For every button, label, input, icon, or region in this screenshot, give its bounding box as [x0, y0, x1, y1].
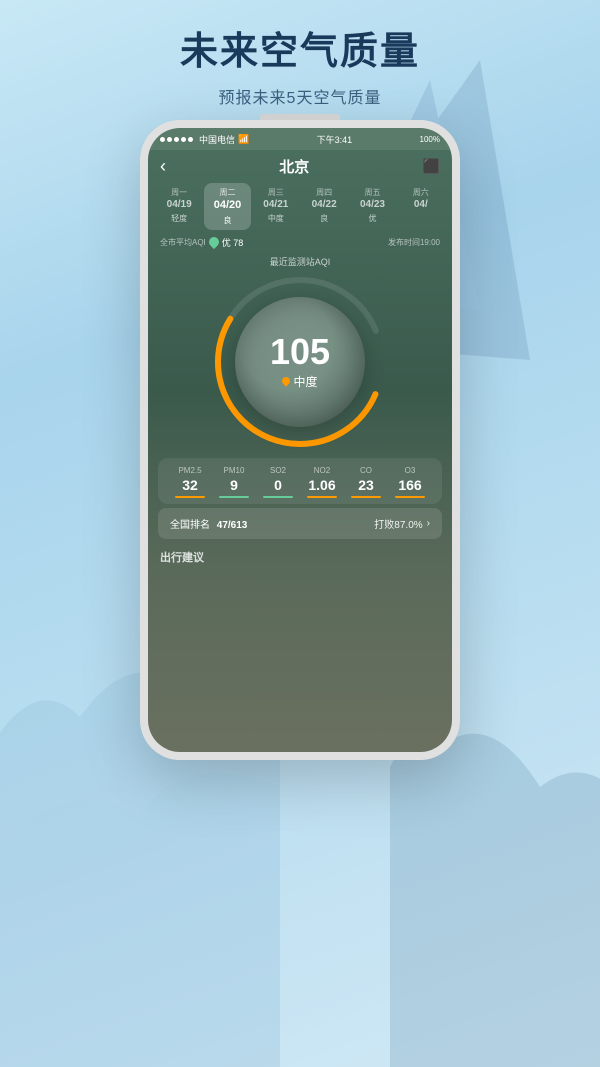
app-content: ‹ 北京 ⬛ 周一 04/19 轻度 周二 04/20 良 周三 04/2	[148, 150, 452, 752]
pollutant-o3: O3 166	[388, 466, 432, 498]
rank-value: 47/613	[217, 520, 248, 531]
day-tab-friday[interactable]: 周五 04/23 优	[349, 183, 395, 230]
city-aqi-section: 全市平均AQI 优 78	[160, 236, 243, 249]
day-tabs-container: 周一 04/19 轻度 周二 04/20 良 周三 04/21 中度 周四 04…	[148, 183, 452, 230]
phone-mockup: 中国电信 📶 下午3:41 100% ‹ 北京 ⬛ 周一 04/19 轻度	[140, 120, 460, 760]
quality-leaf-icon	[281, 376, 292, 387]
phone-body: 中国电信 📶 下午3:41 100% ‹ 北京 ⬛ 周一 04/19 轻度	[140, 120, 460, 760]
battery-indicator: 100%	[420, 135, 440, 144]
pollutant-pm25: PM2.5 32	[168, 466, 212, 498]
pollutant-pm10: PM10 9	[212, 466, 256, 498]
aqi-value: 优 78	[222, 236, 244, 249]
co-bar	[351, 496, 382, 498]
publish-time: 发布时间19:00	[388, 237, 440, 248]
o3-bar	[395, 496, 426, 498]
nav-bar: ‹ 北京 ⬛	[148, 150, 452, 183]
status-bar: 中国电信 📶 下午3:41 100%	[148, 128, 452, 150]
aqi-label: 全市平均AQI	[160, 237, 206, 248]
aqi-quality: 中度	[282, 373, 317, 390]
gauge-container: 105 中度	[210, 272, 390, 452]
main-title: 未来空气质量	[0, 30, 600, 76]
aqi-number: 105	[270, 334, 330, 370]
status-bar-left: 中国电信 📶	[160, 133, 249, 146]
carrier-name: 中国电信	[199, 133, 235, 146]
signal-icon	[160, 137, 193, 142]
leaf-icon	[207, 235, 221, 249]
day-tab-tuesday[interactable]: 周二 04/20 良	[204, 183, 250, 230]
ranking-row[interactable]: 全国排名 47/613 打败87.0% ›	[158, 508, 442, 539]
pollutant-so2: SO2 0	[256, 466, 300, 498]
back-button[interactable]: ‹	[160, 156, 166, 177]
day-tab-wednesday[interactable]: 周三 04/21 中度	[253, 183, 299, 230]
day-tab-thursday[interactable]: 周四 04/22 良	[301, 183, 347, 230]
gauge-section: 最近监测站AQI 105 中度	[148, 251, 452, 452]
pm10-bar	[219, 496, 250, 498]
pm25-bar	[175, 496, 206, 498]
wifi-icon: 📶	[238, 134, 249, 145]
aqi-info-row: 全市平均AQI 优 78 发布时间19:00	[148, 230, 452, 251]
pollutant-no2: NO2 1.06	[300, 466, 344, 498]
sub-title: 预报未来5天空气质量	[0, 84, 600, 108]
travel-advice-label: 出行建议	[160, 552, 204, 564]
gauge-ball: 105 中度	[235, 297, 365, 427]
no2-bar	[307, 496, 338, 498]
gauge-label: 最近监测站AQI	[270, 255, 331, 268]
pollutant-co: CO 23	[344, 466, 388, 498]
status-bar-time: 下午3:41	[317, 133, 353, 146]
city-title: 北京	[279, 156, 309, 177]
day-tab-saturday[interactable]: 周六 04/	[398, 183, 444, 230]
ranking-label: 全国排名 47/613	[170, 516, 247, 531]
quality-text: 中度	[293, 373, 317, 390]
header-section: 未来空气质量 预报未来5天空气质量	[0, 30, 600, 108]
day-tab-monday[interactable]: 周一 04/19 轻度	[156, 183, 202, 230]
so2-bar	[263, 496, 294, 498]
pollutant-row: PM2.5 32 PM10 9 SO2 0 NO2 1.06	[158, 458, 442, 504]
beat-text: 打败87.0% ›	[374, 516, 430, 531]
travel-advice-section: 出行建议	[148, 543, 452, 571]
share-button[interactable]: ⬛	[423, 158, 440, 175]
chevron-right-icon: ›	[427, 518, 430, 529]
